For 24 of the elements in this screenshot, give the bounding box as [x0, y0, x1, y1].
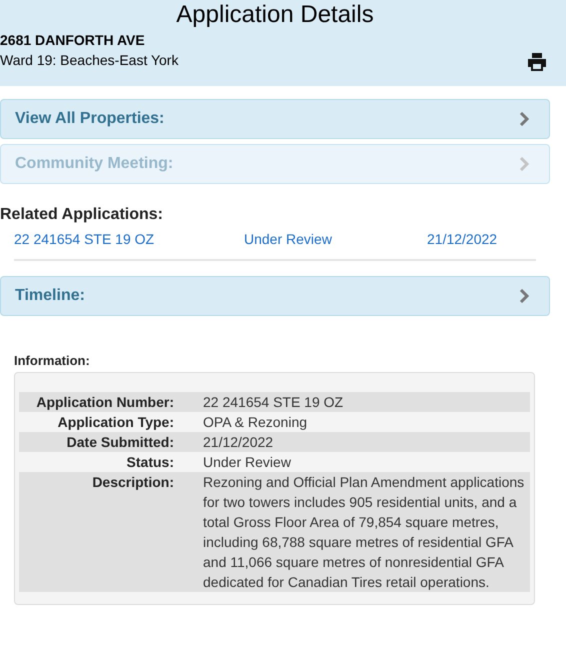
application-link[interactable]: 22 241654 STE 19 OZ	[14, 230, 244, 248]
print-icon[interactable]	[527, 53, 547, 71]
date-text: 21/12/2022	[427, 230, 498, 248]
status-text: Under Review	[244, 230, 333, 248]
field-label: Application Type:	[56, 413, 174, 432]
chevron-right-icon	[519, 112, 529, 126]
field-value: OPA & Rezoning	[203, 413, 308, 432]
field-label: Date Submitted:	[66, 433, 174, 452]
accordion-header[interactable]: View All Properties:	[0, 99, 550, 139]
chevron-right-icon	[519, 157, 529, 171]
section-heading: Related Applications:	[0, 205, 163, 225]
page-title: Application Details	[175, 0, 375, 30]
accordion-header[interactable]: Timeline:	[0, 276, 550, 316]
address: 2681 DANFORTH AVE	[0, 31, 145, 49]
field-value: 21/12/2022	[203, 433, 274, 452]
chevron-right-icon	[519, 289, 529, 303]
field-value: Under Review	[203, 453, 292, 472]
field-value: Rezoning and Official Plan Amendment applications for two towers includes 905 residential units, and a total Gross Floor Area of 79,854 square metres, including 68,788 square metres of residential GFA and 11,066 square metres of nonresidential GFA dedicated for Canadian Tires retail operations.	[203, 473, 526, 592]
section-heading: Information:	[14, 352, 90, 370]
field-value: 22 241654 STE 19 OZ	[203, 393, 344, 412]
ward: Ward 19: Beaches-East York	[0, 51, 178, 70]
field-label: Status:	[126, 453, 174, 472]
field-label: Application Number:	[35, 393, 174, 412]
field-label: Description:	[91, 473, 174, 492]
